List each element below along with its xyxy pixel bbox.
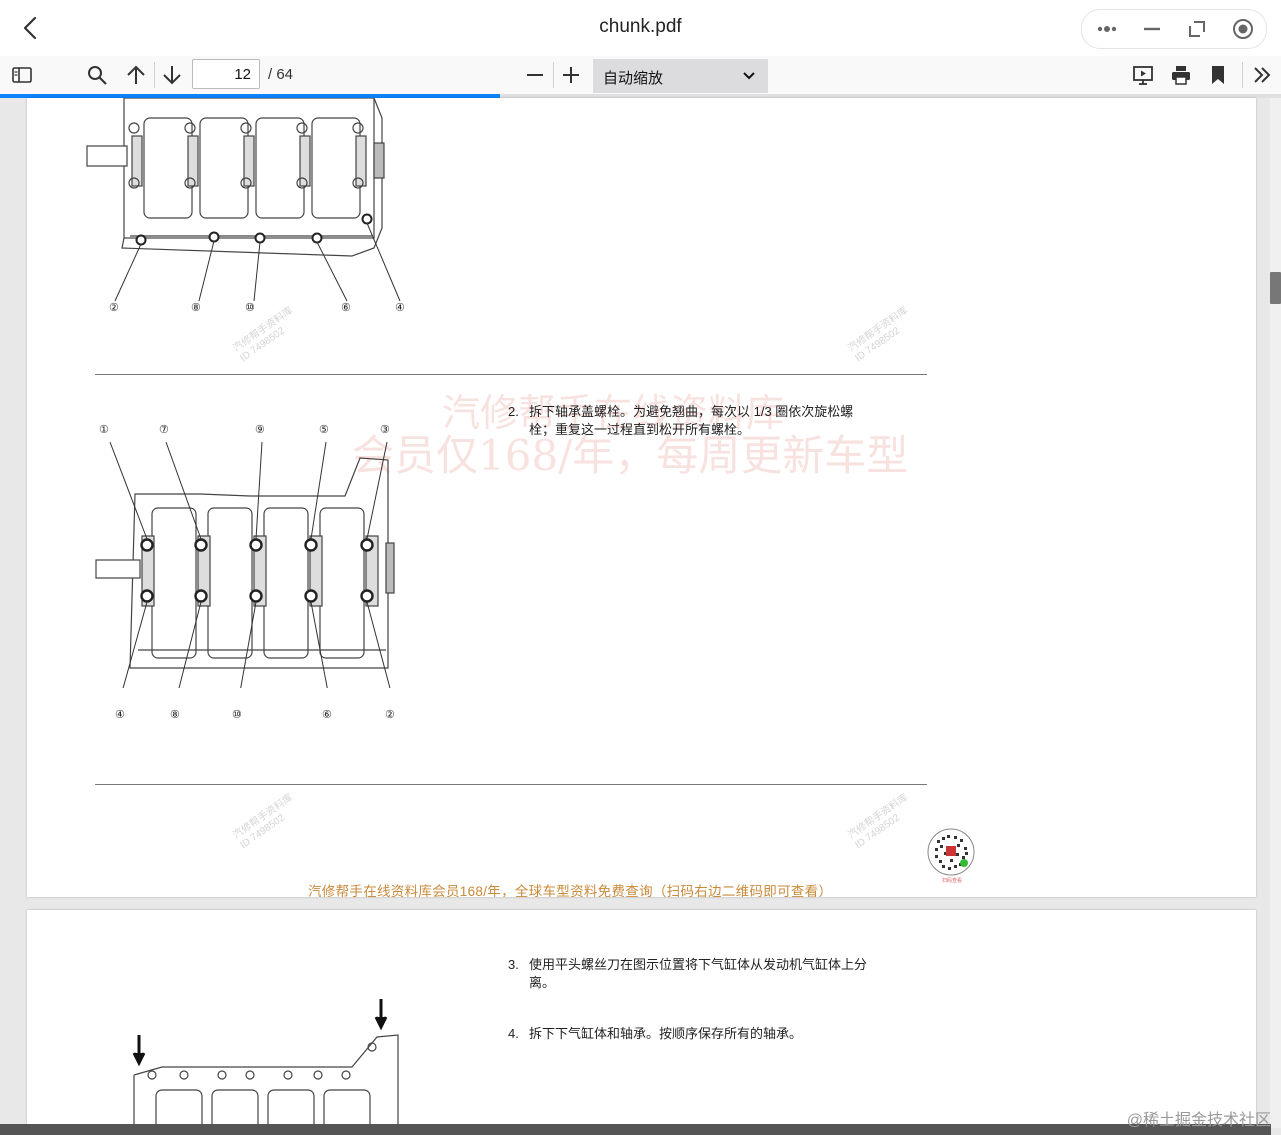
step-number: 2.: [508, 404, 519, 419]
callout-label: ⑩: [245, 301, 255, 314]
divider-line: [95, 784, 927, 785]
callout-label: ⑧: [170, 708, 180, 721]
minimize-icon[interactable]: [1141, 18, 1163, 40]
callout-label: ②: [385, 708, 395, 721]
callout-label: ④: [115, 708, 125, 721]
horizontal-scrollbar[interactable]: [0, 1124, 1271, 1135]
divider-line: [95, 374, 927, 375]
zoom-select[interactable]: 自动缩放: [593, 59, 768, 93]
page-number-input[interactable]: [192, 59, 260, 89]
scrollbar-thumb[interactable]: [1270, 272, 1281, 304]
step-text-line: 拆下下气缸体和轴承。按顺序保存所有的轴承。: [529, 1026, 803, 1041]
step-text-line: 拆下轴承盖螺栓。为避免翘曲，每次以 1/3 圈依次旋松螺: [529, 404, 854, 419]
window-controls: [1081, 9, 1267, 49]
chevron-down-icon: [743, 72, 755, 80]
engine-block-figure-2: [95, 441, 395, 688]
engine-block-figure-1: [86, 98, 401, 302]
double-chevron-right-icon[interactable]: [1251, 64, 1273, 86]
lower-cylinder-block-figure: [132, 999, 399, 1124]
step-4: 4. 拆下下气缸体和轴承。按顺序保存所有的轴承。: [508, 1025, 928, 1045]
step-2: 2. 拆下轴承盖螺栓。为避免翘曲，每次以 1/3 圈依次旋松螺 栓；重复这一过程…: [508, 403, 908, 443]
step-text-line: 使用平头螺丝刀在图示位置将下气缸体从发动机气缸体上分: [529, 957, 868, 972]
toolbar-separator: [1242, 62, 1243, 88]
vertical-scrollbar[interactable]: [1270, 98, 1281, 1128]
record-icon[interactable]: [1232, 18, 1254, 40]
more-icon[interactable]: [1096, 18, 1118, 40]
search-icon[interactable]: [86, 64, 108, 86]
restore-icon[interactable]: [1186, 18, 1208, 40]
page-total: / 64: [268, 66, 294, 83]
watermark-stamp: 汽修帮手资料库 ID 7498502: [846, 305, 911, 365]
callout-label: ⑤: [319, 423, 329, 436]
toolbar-separator: [553, 62, 554, 88]
title-bar: chunk.pdf: [0, 0, 1281, 56]
watermark-stamp: 汽修帮手资料库 ID 7498502: [846, 792, 911, 852]
callout-label: ①: [99, 423, 109, 436]
presentation-icon[interactable]: [1132, 64, 1154, 86]
zoom-in-icon[interactable]: [560, 64, 582, 86]
callout-label: ④: [395, 301, 405, 314]
pdf-page-12: ② ⑧ ⑩ ⑥ ④ 汽修帮手资料库 ID 7498502 汽修帮手资料库 ID 74…: [27, 98, 1256, 897]
print-icon[interactable]: [1170, 64, 1192, 86]
step-number: 3.: [508, 957, 519, 972]
callout-label: ⑥: [341, 301, 351, 314]
callout-label: ⑨: [255, 423, 265, 436]
toolbar-separator: [154, 62, 155, 88]
arrow-up-icon[interactable]: [125, 64, 147, 86]
callout-label: ③: [380, 423, 390, 436]
step-text-line: 栓；重复这一过程直到松开所有螺栓。: [529, 422, 751, 437]
zoom-value: 自动缩放: [603, 70, 664, 87]
zoom-out-icon[interactable]: [524, 64, 546, 86]
callout-label: ⑧: [191, 301, 201, 314]
step-text-line: 离。: [529, 975, 556, 990]
callout-label: ⑦: [159, 423, 169, 436]
bookmark-icon[interactable]: [1207, 64, 1229, 86]
step-number: 4.: [508, 1026, 519, 1041]
site-watermark: @稀土掘金技术社区: [1126, 1112, 1271, 1129]
sidebar-toggle-icon[interactable]: [11, 64, 33, 86]
page-footer-text: 汽修帮手在线资料库会员168/年，全球车型资料免费查询（扫码右边二维码即可查看）: [308, 884, 833, 897]
callout-label: ②: [109, 301, 119, 314]
arrow-down-icon[interactable]: [161, 64, 183, 86]
step-3: 3. 使用平头螺丝刀在图示位置将下气缸体从发动机气缸体上分 离。: [508, 956, 928, 996]
qr-caption: 扫码查看: [941, 878, 962, 884]
callout-label: ⑥: [322, 708, 332, 721]
qr-code-icon: [927, 828, 975, 876]
pdf-toolbar: / 64 自动缩放: [0, 56, 1281, 95]
watermark-stamp: 汽修帮手资料库 ID 7498502: [231, 792, 296, 852]
callout-label: ⑩: [232, 708, 242, 721]
pdf-page-13: 3. 使用平头螺丝刀在图示位置将下气缸体从发动机气缸体上分 离。 4. 拆下下气…: [27, 910, 1256, 1124]
